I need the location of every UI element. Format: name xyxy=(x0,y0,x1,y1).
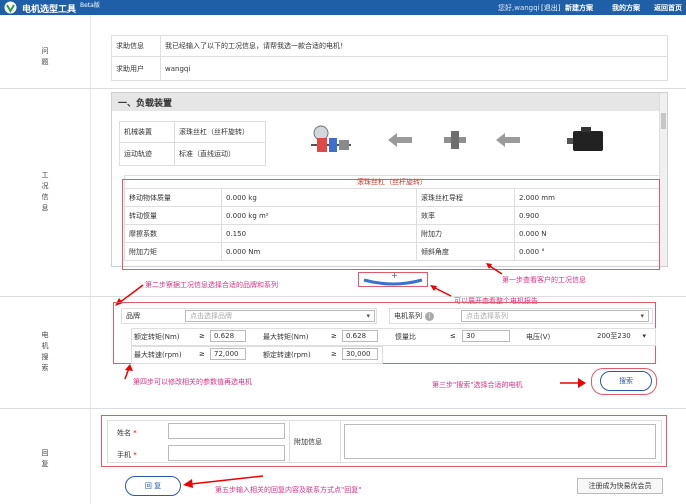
logout-link[interactable]: [退出] xyxy=(541,3,560,13)
expand-handle-icon[interactable]: + xyxy=(362,272,424,286)
voltage-select[interactable]: 200至230 ▾ xyxy=(592,330,649,342)
info-icon[interactable]: i xyxy=(425,311,434,321)
section-label-reply: 回 复 xyxy=(41,449,49,468)
arrow-icon xyxy=(560,378,586,388)
coupling-icon xyxy=(444,131,466,149)
series-label: 电机系列 xyxy=(394,312,422,320)
max-speed-label: 最大转速(rpm) xyxy=(134,351,182,359)
mech-value: 滚珠丝杠（丝杆旋转） xyxy=(174,121,266,143)
help-user-label: 求助用户 xyxy=(111,56,161,81)
series-select[interactable]: 点击选择系列 ▾ xyxy=(461,310,649,322)
svg-text:+: + xyxy=(391,272,398,280)
brand-select[interactable]: 点击选择品牌 ▾ xyxy=(185,310,375,322)
arrow-left-icon xyxy=(496,133,520,147)
logo-icon xyxy=(4,1,17,14)
max-torque-input[interactable]: 0.628 xyxy=(342,330,378,342)
motion-label: 运动轨迹 xyxy=(119,142,175,166)
beta-badge: Beta版 xyxy=(80,2,100,9)
motor-icon xyxy=(567,127,603,151)
max-torque-label: 最大转矩(Nm) xyxy=(263,333,309,341)
arrow-icon xyxy=(486,263,503,275)
section-divider xyxy=(0,296,686,297)
ge-symbol: ≥ xyxy=(199,332,205,340)
chevron-down-icon: ▾ xyxy=(366,312,370,320)
max-speed-input[interactable]: 72,000 xyxy=(210,348,246,360)
help-info-text: 我已经输入了以下的工况信息，请帮我选一款合适的电机！ xyxy=(160,35,668,57)
app-title: 电机选型工具 xyxy=(22,5,77,15)
my-scheme-link[interactable]: 我的方案 xyxy=(612,3,640,13)
scroll-thumb[interactable] xyxy=(661,113,666,129)
extra-info-label: 附加信息 xyxy=(294,437,322,446)
help-user-value: wangqi xyxy=(160,56,668,81)
rated-torque-label: 额定转矩(Nm) xyxy=(134,333,180,341)
brand-label: 品牌 xyxy=(126,312,140,320)
section-divider xyxy=(0,408,686,409)
motion-value: 标准（直线运动） xyxy=(174,142,266,166)
annotation-step4: 第四步可以修改相关的参数值再选电机 xyxy=(133,378,252,386)
ge-symbol: ≥ xyxy=(331,350,337,358)
ball-screw-icon xyxy=(311,125,351,152)
rated-speed-input[interactable]: 30,000 xyxy=(342,348,378,360)
ge-symbol: ≥ xyxy=(331,332,337,340)
section-label-search: 电 机 搜 索 xyxy=(41,331,49,372)
chevron-down-icon: ▾ xyxy=(640,312,644,320)
mech-label: 机械装置 xyxy=(119,121,175,143)
rated-speed-label: 额定转速(rpm) xyxy=(263,351,311,359)
rated-torque-input[interactable]: 0.628 xyxy=(210,330,246,342)
arrow-icon xyxy=(183,475,263,488)
section-divider xyxy=(0,88,686,89)
reply-button[interactable]: 回 复 xyxy=(125,476,181,496)
annotation-step2: 第二步察据工况信息选择合适的品牌和系列 xyxy=(145,281,278,289)
annotation-box-conditions xyxy=(122,179,660,270)
section-label-conditions: 工 况 信 息 xyxy=(41,171,49,212)
panel-scrollbar[interactable] xyxy=(659,93,667,266)
help-info-label: 求助信息 xyxy=(111,35,161,57)
phone-input[interactable] xyxy=(168,445,285,461)
arrow-icon xyxy=(124,364,133,380)
extra-info-label-cell: 附加信息 xyxy=(289,420,341,463)
annotation-step1: 第一步查看客户的工况信息 xyxy=(502,276,586,284)
user-greeting: 您好,wangqi xyxy=(498,4,540,12)
arrow-left-icon xyxy=(388,133,412,147)
register-button[interactable]: 注册成为快易优会员 xyxy=(577,478,663,494)
ge-symbol: ≥ xyxy=(199,350,205,358)
inertia-ratio-label: 惯量比 xyxy=(395,333,416,341)
section-label-problem: 问 题 xyxy=(41,47,49,66)
le-symbol: ≤ xyxy=(450,332,456,340)
chevron-down-icon: ▾ xyxy=(642,332,646,340)
phone-label: 手机 * xyxy=(117,451,137,459)
inertia-ratio-input[interactable]: 30 xyxy=(462,330,510,342)
back-home-link[interactable]: 返回首页 xyxy=(654,3,682,13)
panel-title: 一、负载装置 xyxy=(112,93,660,111)
name-input[interactable] xyxy=(168,423,285,439)
annotation-step3: 第三步"搜索"选择合适的电机 xyxy=(432,381,523,389)
new-scheme-link[interactable]: 新建方案 xyxy=(565,3,593,13)
arrow-icon xyxy=(430,285,452,297)
extra-info-textarea[interactable] xyxy=(344,424,656,459)
annotation-box-search-button xyxy=(591,368,657,395)
top-navigation-bar: 电机选型工具 Beta版 您好,wangqi [退出] 新建方案 我的方案 返回… xyxy=(0,0,686,15)
voltage-label: 电压(V) xyxy=(526,333,551,341)
name-label: 姓名 * xyxy=(117,429,137,437)
